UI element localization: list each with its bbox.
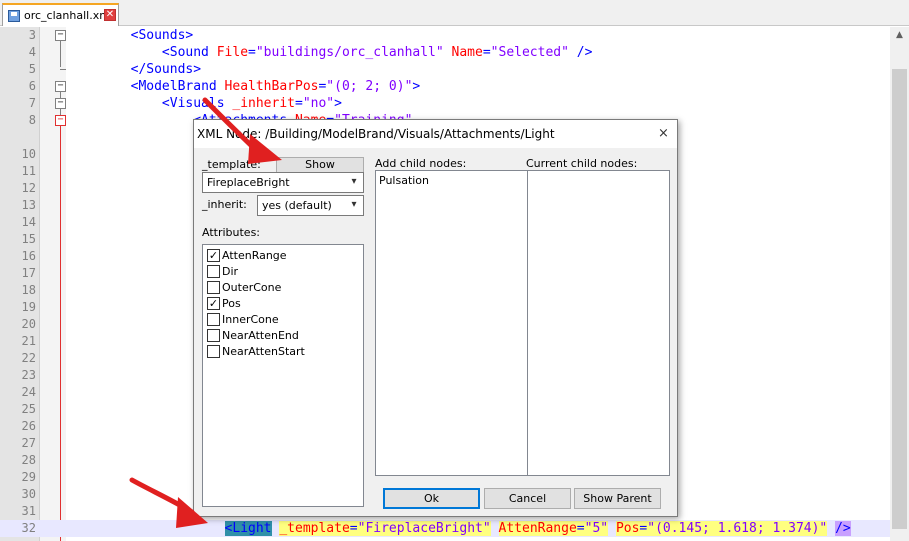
line-number: 4 [28,45,36,59]
attributes-label: Attributes: [202,226,261,239]
line-number: 11 [21,164,36,178]
tab-title: orc_clanhall.xml [24,9,113,22]
line-number: 22 [21,351,36,365]
code-text: <Sound File="buildings/orc_clanhall" Nam… [161,45,593,60]
line-number: 27 [21,436,36,450]
code-text: <Light _template="FireplaceBright" Atten… [224,521,851,536]
code-text: <Sounds> [130,28,194,43]
attribute-item[interactable]: ✓ Pos [207,295,357,311]
code-text: <Visuals _inherit="no"> [161,96,342,111]
ok-button[interactable]: Ok [383,488,480,509]
template-value: FireplaceBright [207,176,290,189]
checkbox[interactable] [207,281,220,294]
line-number: 13 [21,198,36,212]
list-item[interactable]: Pulsation [379,174,429,187]
chevron-down-icon: ▾ [351,199,357,210]
inherit-value: yes (default) [262,199,332,212]
checkbox[interactable] [207,345,220,358]
line-number: 5 [28,62,36,76]
vertical-scrollbar[interactable]: ▲ [890,27,909,541]
line-number: 3 [28,28,36,42]
line-number: 18 [21,283,36,297]
current-child-list[interactable] [527,170,670,476]
line-number: 23 [21,368,36,382]
tab-bar: orc_clanhall.xml ✕ [0,0,909,26]
code-line[interactable]: 6 <ModelBrand HealthBarPos="(0; 2; 0)"> [0,78,890,95]
xml-node-dialog: XML Node: /Building/ModelBrand/Visuals/A… [193,119,678,517]
line-number: 29 [21,470,36,484]
save-icon [8,10,20,22]
attribute-label: OuterCone [222,281,282,294]
line-number: 20 [21,317,36,331]
line-number: 12 [21,181,36,195]
dialog-title: XML Node: /Building/ModelBrand/Visuals/A… [197,127,555,141]
selected-tag: <Light [224,521,272,536]
line-number: 25 [21,402,36,416]
scroll-up-icon[interactable]: ▲ [890,27,909,44]
tab-orc-clanhall[interactable]: orc_clanhall.xml ✕ [2,3,119,26]
attribute-label: Pos [222,297,241,310]
attribute-label: NearAttenEnd [222,329,299,342]
line-number: 7 [28,96,36,110]
line-number: 8 [28,113,36,127]
line-number: 6 [28,79,36,93]
line-number: 19 [21,300,36,314]
line-number: 14 [21,215,36,229]
code-line[interactable]: 4 <Sound File="buildings/orc_clanhall" N… [0,44,890,61]
code-line[interactable]: 3 <Sounds> [0,27,890,44]
checkbox[interactable] [207,265,220,278]
line-number: 15 [21,232,36,246]
code-line-current[interactable]: 32 <Light _template="FireplaceBright" At… [0,520,890,537]
close-icon[interactable]: × [655,125,672,142]
line-number: 21 [21,334,36,348]
show-template-button[interactable]: Show [276,157,364,173]
attributes-list[interactable]: ✓ AttenRange Dir OuterCone ✓ Pos InnerCo… [202,244,364,507]
chevron-down-icon: ▾ [351,176,357,187]
dialog-titlebar[interactable]: XML Node: /Building/ModelBrand/Visuals/A… [194,120,677,148]
line-number: 17 [21,266,36,280]
line-number: 26 [21,419,36,433]
attribute-label: InnerCone [222,313,279,326]
line-number: 32 [21,521,36,535]
attribute-label: AttenRange [222,249,287,262]
current-child-label: Current child nodes: [526,157,638,170]
attribute-item[interactable]: NearAttenStart [207,343,357,359]
template-select[interactable]: FireplaceBright ▾ [202,172,364,193]
code-line[interactable]: 5 </Sounds> [0,61,890,78]
line-number: 10 [21,147,36,161]
add-child-list[interactable]: Pulsation [375,170,528,476]
checkbox[interactable]: ✓ [207,297,220,310]
scrollbar-thumb[interactable] [892,69,907,529]
checkbox[interactable] [207,329,220,342]
template-label: _template: [202,158,261,171]
attribute-item[interactable]: OuterCone [207,279,357,295]
inherit-label: _inherit: [202,198,247,211]
checkbox[interactable] [207,313,220,326]
attribute-item[interactable]: NearAttenEnd [207,327,357,343]
show-parent-button[interactable]: Show Parent [574,488,661,509]
attribute-label: Dir [222,265,239,278]
line-number: 30 [21,487,36,501]
cancel-button[interactable]: Cancel [484,488,571,509]
add-child-label: Add child nodes: [375,157,467,170]
attribute-item[interactable]: ✓ AttenRange [207,247,357,263]
inherit-select[interactable]: yes (default) ▾ [257,195,364,216]
code-line[interactable]: 7 <Visuals _inherit="no"> [0,95,890,112]
attribute-item[interactable]: InnerCone [207,311,357,327]
line-number: 16 [21,249,36,263]
line-number: 28 [21,453,36,467]
attribute-item[interactable]: Dir [207,263,357,279]
line-number: 31 [21,504,36,518]
close-icon[interactable]: ✕ [104,9,116,21]
attribute-label: NearAttenStart [222,345,305,358]
checkbox[interactable]: ✓ [207,249,220,262]
code-text: </Sounds> [130,62,202,77]
line-number: 24 [21,385,36,399]
code-text: <ModelBrand HealthBarPos="(0; 2; 0)"> [130,79,421,94]
